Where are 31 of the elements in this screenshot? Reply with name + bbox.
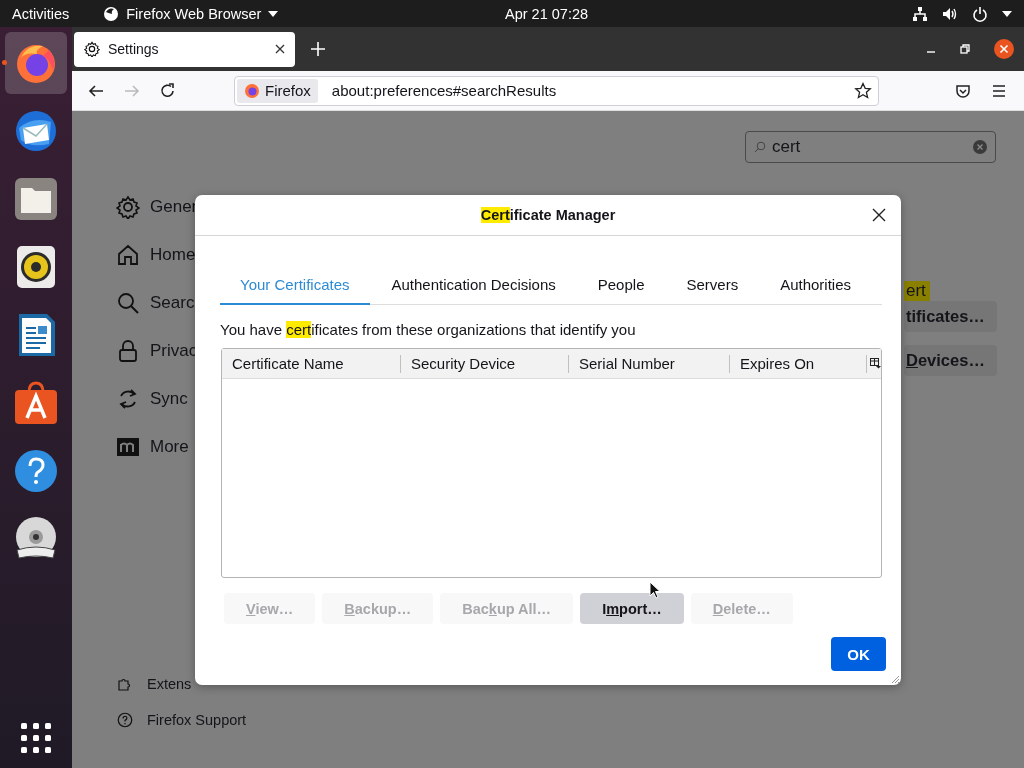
column-header[interactable]: Expires On — [730, 354, 867, 373]
dialog-tab[interactable]: Your Certificates — [220, 268, 370, 305]
category-link[interactable]: Gener — [150, 197, 198, 217]
clock[interactable]: Apr 21 07:28 — [505, 5, 589, 22]
url-text: about:preferences#searchResults — [331, 82, 558, 99]
column-header[interactable]: Security Device — [401, 354, 569, 373]
category-link[interactable]: Privac — [150, 341, 198, 361]
highlighted-text: ert — [904, 281, 930, 301]
browser-tab[interactable]: Settings — [74, 31, 295, 67]
search-field[interactable]: cert — [745, 131, 996, 163]
app-menu[interactable]: Firefox Web Browser — [103, 5, 279, 22]
dialog-tab[interactable]: Authorities — [760, 268, 872, 305]
footer-link[interactable]: Firefox Support — [147, 712, 247, 728]
dialog-tab[interactable]: People — [577, 268, 665, 305]
address-bar[interactable]: Firefox about:preferences#searchResults — [234, 75, 879, 106]
description-text: You have certificates from these organizations that identify you — [220, 321, 637, 338]
category-link[interactable]: Searc — [150, 293, 195, 313]
column-header[interactable]: Certificate Name — [222, 354, 401, 373]
dialog-tab[interactable]: Authentication Decisions — [371, 268, 576, 305]
category-link[interactable]: Home — [150, 245, 196, 265]
settings-button[interactable]: Devices… — [904, 345, 997, 376]
identity-box[interactable]: Firefox — [237, 78, 318, 103]
dialog-tab[interactable]: Servers — [666, 268, 759, 305]
action-button[interactable]: Import… — [580, 593, 684, 624]
settings-button[interactable]: tificates… — [904, 301, 997, 332]
footer-link[interactable]: Extens — [147, 676, 192, 692]
ok-button[interactable]: OK — [831, 637, 886, 671]
category-link[interactable]: Sync — [150, 389, 188, 409]
activities-button[interactable]: Activities — [12, 5, 70, 22]
column-header[interactable]: Serial Number — [569, 354, 730, 373]
category-link[interactable]: More — [150, 437, 189, 457]
